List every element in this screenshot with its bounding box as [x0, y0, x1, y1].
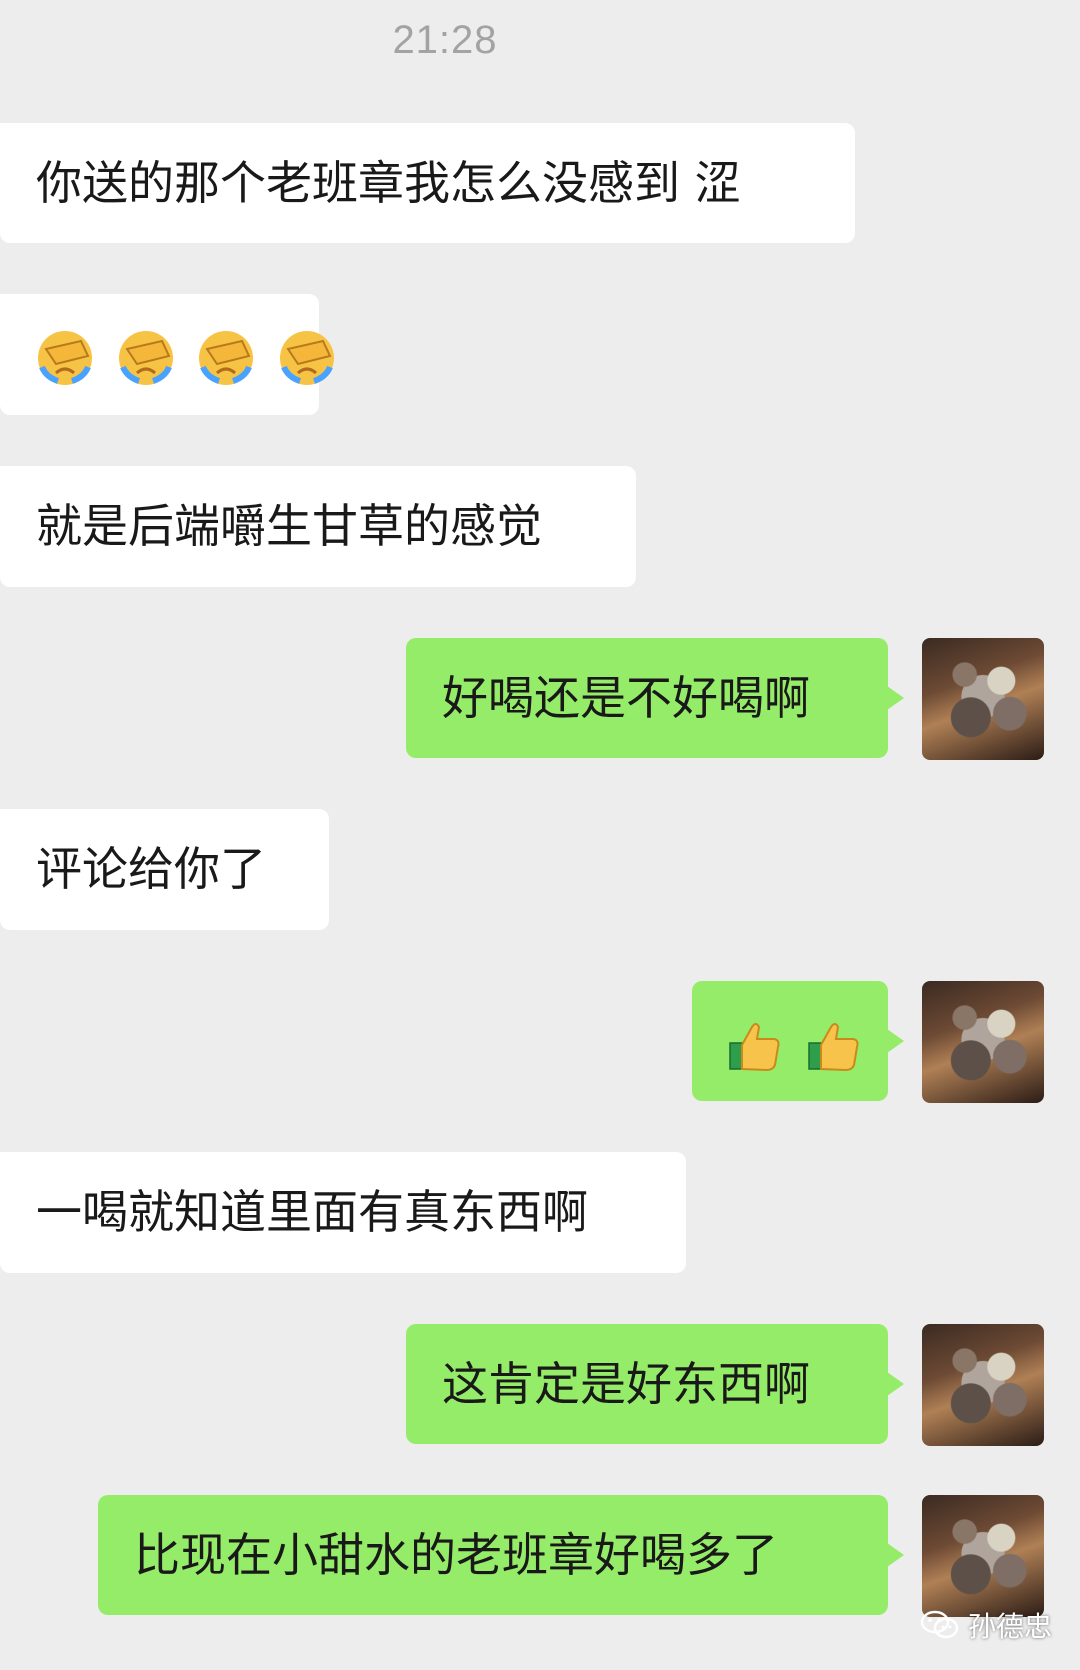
sender-avatar[interactable] [922, 981, 1044, 1103]
watermark: 孙德忠 [920, 1605, 1052, 1645]
facepalm-tears-emoji [279, 330, 334, 385]
sender-avatar[interactable] [922, 1495, 1044, 1617]
message-text: 好喝还是不好喝啊 [442, 671, 810, 725]
message-text: 就是后端嚼生甘草的感觉 [36, 499, 542, 553]
message-bubble-incoming[interactable]: 你送的那个老班章我怎么没感到 涩 [0, 123, 855, 243]
thumbs-up-emoji [729, 1022, 780, 1071]
sender-avatar[interactable] [922, 1324, 1044, 1446]
message-text: 评论给你了 [36, 842, 266, 896]
message-bubble-outgoing[interactable] [692, 981, 904, 1101]
message-bubble-incoming[interactable]: 就是后端嚼生甘草的感觉 [0, 466, 636, 587]
message-text: 比现在小甜水的老班章好喝多了 [134, 1528, 778, 1582]
message-text: 一喝就知道里面有真东西啊 [36, 1185, 588, 1239]
facepalm-tears-emoji [38, 330, 92, 385]
message-bubble-incoming[interactable]: 一喝就知道里面有真东西啊 [0, 1152, 686, 1273]
message-bubble-incoming[interactable]: 评论给你了 [0, 809, 329, 930]
message-bubble-outgoing[interactable]: 比现在小甜水的老班章好喝多了 [98, 1495, 904, 1615]
message-emoji-row [728, 1014, 871, 1071]
message-text: 你送的那个老班章我怎么没感到 涩 [36, 156, 741, 210]
message-text: 这肯定是好东西啊 [442, 1357, 810, 1411]
facepalm-tears-emoji [118, 330, 173, 385]
sender-avatar[interactable] [922, 638, 1044, 760]
message-bubble-outgoing[interactable]: 这肯定是好东西啊 [406, 1324, 904, 1444]
wechat-icon [920, 1610, 959, 1639]
facepalm-tears-emoji [199, 330, 254, 385]
message-bubble-outgoing[interactable]: 好喝还是不好喝啊 [406, 638, 904, 758]
watermark-text: 孙德忠 [968, 1610, 1053, 1643]
message-emoji-row [36, 327, 344, 385]
timestamp: 21:28 [392, 18, 498, 62]
message-bubble-incoming[interactable] [0, 294, 334, 415]
thumbs-up-emoji [807, 1022, 859, 1071]
